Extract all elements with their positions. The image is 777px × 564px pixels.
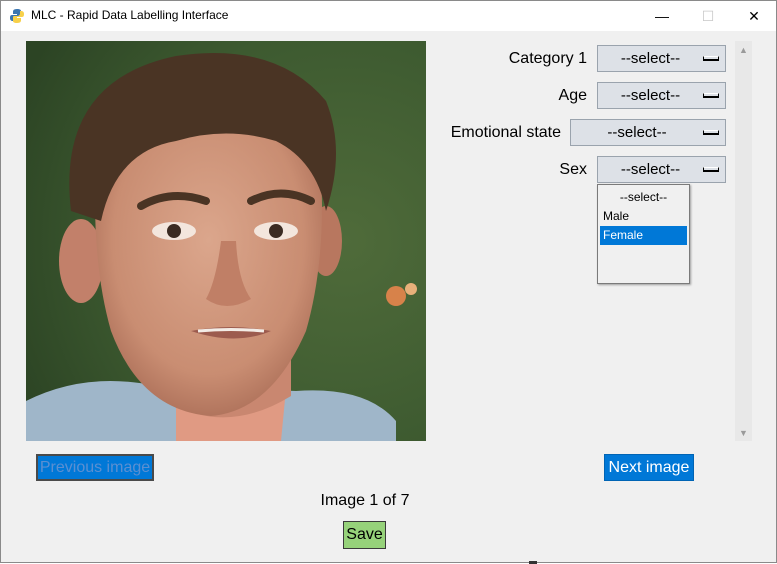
dropdown-indicator-icon [703, 167, 719, 172]
maximize-button[interactable]: ☐ [685, 1, 731, 31]
minimize-button[interactable]: — [639, 1, 685, 31]
image-counter: Image 1 of 7 [320, 492, 410, 509]
sex-dropdown-list: --select-- Male Female [597, 184, 690, 284]
scroll-up-icon[interactable]: ▲ [735, 41, 752, 58]
sex-label: Sex [559, 161, 587, 178]
vertical-scrollbar[interactable]: ▲ ▼ [735, 41, 752, 441]
save-button[interactable]: Save [343, 521, 386, 549]
sex-value: --select-- [620, 161, 681, 178]
title-bar: MLC - Rapid Data Labelling Interface — ☐… [1, 1, 776, 31]
dropdown-indicator-icon [703, 93, 719, 98]
age-value: --select-- [620, 87, 681, 104]
sex-dropdown[interactable]: --select-- [597, 156, 726, 183]
category-1-dropdown[interactable]: --select-- [597, 45, 726, 72]
category-1-value: --select-- [620, 50, 681, 67]
sex-option-male[interactable]: Male [600, 207, 687, 226]
emotional-state-value: --select-- [607, 124, 667, 141]
previous-image-button[interactable]: Previous image [36, 454, 154, 481]
emotional-state-dropdown[interactable]: --select-- [570, 119, 726, 146]
scroll-down-icon[interactable]: ▼ [735, 424, 752, 441]
next-image-button[interactable]: Next image [604, 454, 694, 481]
close-button[interactable]: ✕ [731, 1, 777, 31]
previous-image-label: Previous image [39, 458, 151, 476]
category-1-label: Category 1 [508, 50, 587, 67]
face-image [26, 41, 426, 441]
age-dropdown[interactable]: --select-- [597, 82, 726, 109]
sex-option-select[interactable]: --select-- [600, 188, 687, 207]
dropdown-indicator-icon [703, 56, 719, 61]
age-label: Age [558, 87, 587, 104]
window-title: MLC - Rapid Data Labelling Interface [31, 8, 229, 22]
sex-option-female[interactable]: Female [600, 226, 687, 245]
emotional-state-label: Emotional state [450, 124, 561, 141]
python-app-icon [10, 9, 24, 23]
app-window: MLC - Rapid Data Labelling Interface — ☐… [0, 0, 777, 564]
dropdown-indicator-icon [703, 130, 719, 135]
